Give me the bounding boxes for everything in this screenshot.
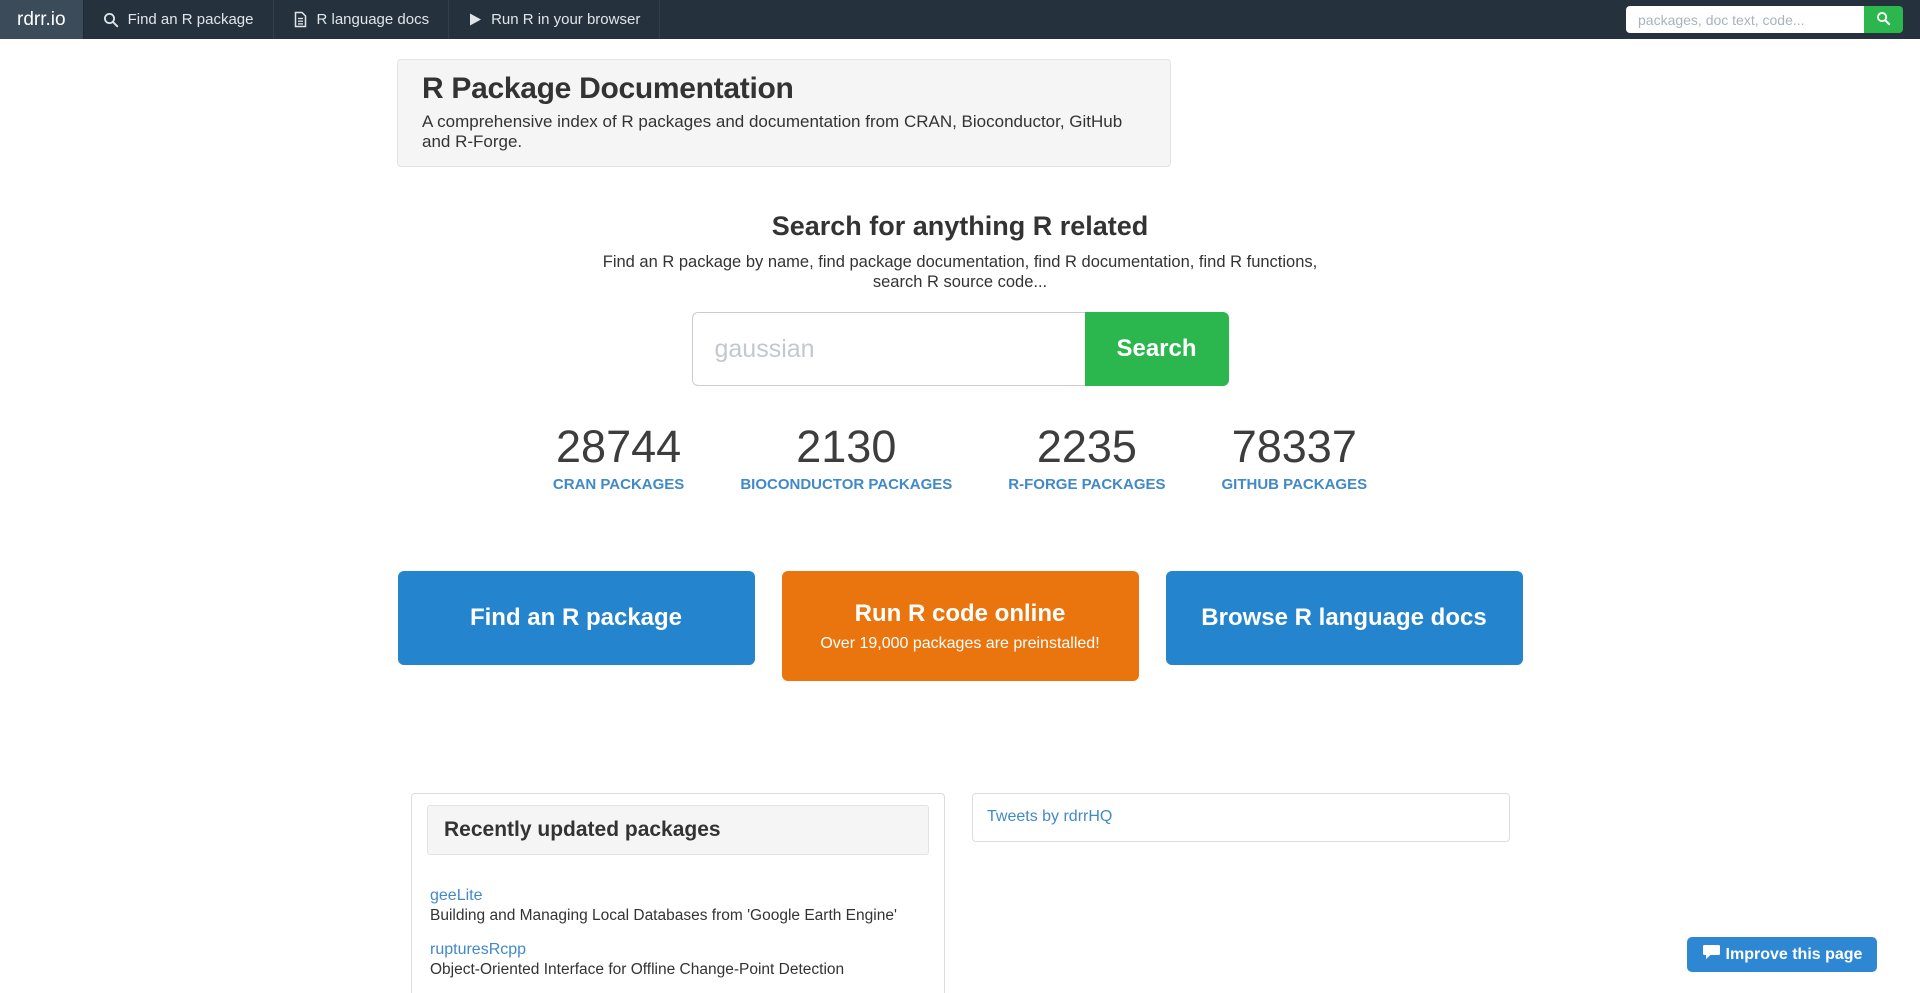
recently-updated-title: Recently updated packages [427,805,929,855]
list-item: geeLite Building and Managing Local Data… [430,887,926,925]
stat-label: GITHUB PACKAGES [1222,476,1368,493]
package-stats-row: 28744 CRAN PACKAGES 2130 BIOCONDUCTOR PA… [375,424,1545,493]
stat-value: 28744 [553,424,684,469]
cta-title: Run R code online [782,600,1139,628]
run-r-code-online-button[interactable]: Run R code online Over 19,000 packages a… [782,571,1139,681]
package-link-rupturesRcpp[interactable]: rupturesRcpp [430,941,526,958]
recently-updated-panel: Recently updated packages geeLite Buildi… [411,793,945,993]
hero-description-line2: search R source code... [560,272,1360,292]
hero-search-input[interactable] [692,312,1085,386]
search-icon [1876,11,1891,29]
brand-label: rdrr.io [17,9,66,31]
navbar-search-input[interactable] [1626,6,1864,33]
hero-description-line1: Find an R package by name, find package … [560,252,1360,272]
brand-link[interactable]: rdrr.io [0,0,83,39]
list-item: rupturesRcpp Object-Oriented Interface f… [430,941,926,979]
cta-subtitle: Over 19,000 packages are preinstalled! [782,635,1139,653]
stat-value: 2130 [740,424,952,469]
improve-this-page-button[interactable]: Improve this page [1687,937,1877,972]
play-icon [468,12,482,27]
stat-cran[interactable]: 28744 CRAN PACKAGES [553,424,684,493]
page: rdrr.io Find an R package R language [0,0,1920,993]
search-icon [103,12,119,28]
nav-item-label: Find an R package [128,11,254,28]
stat-label: CRAN PACKAGES [553,476,684,493]
tweets-panel: Tweets by rdrrHQ [972,793,1510,842]
stat-label: R-FORGE PACKAGES [1008,476,1165,493]
stat-rforge[interactable]: 2235 R-FORGE PACKAGES [1008,424,1165,493]
package-description: Building and Managing Local Databases fr… [430,907,926,925]
page-header-well: R Package Documentation A comprehensive … [397,59,1171,167]
tweets-link[interactable]: Tweets by rdrrHQ [987,808,1112,825]
cta-title: Browse R language docs [1166,604,1523,632]
nav-item-run-r-browser[interactable]: Run R in your browser [449,0,660,39]
nav-item-label: R language docs [317,11,430,28]
hero-search-button[interactable]: Search [1085,312,1229,386]
page-subtitle: A comprehensive index of R packages and … [422,112,1146,152]
doc-icon [293,11,308,28]
package-list: geeLite Building and Managing Local Data… [427,887,929,993]
find-r-package-button[interactable]: Find an R package [398,571,755,665]
browse-r-language-docs-button[interactable]: Browse R language docs [1166,571,1523,665]
hero-description: Find an R package by name, find package … [560,252,1360,292]
navbar: rdrr.io Find an R package R language [0,0,1920,39]
stat-label: BIOCONDUCTOR PACKAGES [740,476,952,493]
hero-title: Search for anything R related [375,211,1545,242]
improve-button-label: Improve this page [1721,946,1877,964]
stat-github[interactable]: 78337 GITHUB PACKAGES [1222,424,1368,493]
cta-button-row: Find an R package Run R code online Over… [375,571,1545,681]
stat-value: 78337 [1222,424,1368,469]
stat-value: 2235 [1008,424,1165,469]
package-description: Object-Oriented Interface for Offline Ch… [430,961,926,979]
hero-search-section: Search for anything R related Find an R … [375,211,1545,386]
nav-item-r-language-docs[interactable]: R language docs [274,0,450,39]
hero-search-form: Search [692,312,1229,386]
stat-bioconductor[interactable]: 2130 BIOCONDUCTOR PACKAGES [740,424,952,493]
navbar-search-button[interactable] [1864,6,1903,33]
page-title: R Package Documentation [422,72,1146,106]
speech-bubble-icon [1703,944,1721,965]
navbar-search-form [1626,0,1903,39]
nav-item-find-package[interactable]: Find an R package [83,0,274,39]
package-link-geeLite[interactable]: geeLite [430,887,483,904]
nav-item-label: Run R in your browser [491,11,640,28]
cta-title: Find an R package [398,604,755,632]
lower-section: Recently updated packages geeLite Buildi… [375,793,1545,993]
